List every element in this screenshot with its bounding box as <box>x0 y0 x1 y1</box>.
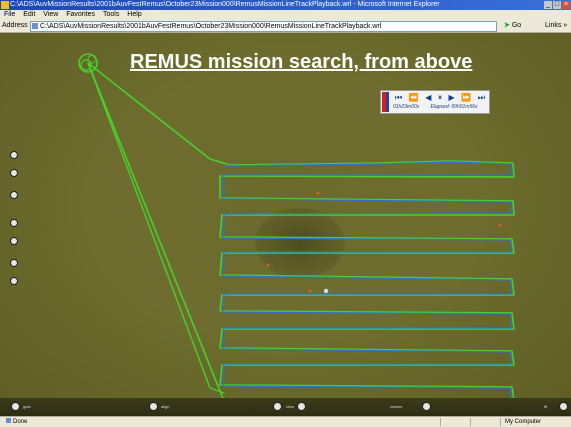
address-label: Address <box>2 22 28 29</box>
side-nav-button[interactable] <box>10 259 18 267</box>
fit-label: fit <box>544 404 548 409</box>
status-separator <box>500 418 501 426</box>
playback-blue-bar <box>386 92 389 112</box>
menu-help[interactable]: Help <box>127 11 141 18</box>
vrml-viewport[interactable]: REMUS mission search, from above ⏮ ⏪ ◀ ⏸… <box>0 33 571 416</box>
address-value: C:\ADS\AuvMissionResults\2001bAuvFestRem… <box>40 23 382 30</box>
ie-window-icon <box>1 1 9 9</box>
playback-time-readout: 01h23m00s Elapsed: 00h01m56s <box>393 103 488 111</box>
links-button[interactable]: Links » <box>545 20 567 32</box>
address-field[interactable]: C:\ADS\AuvMissionResults\2001bAuvFestRem… <box>30 21 497 32</box>
window-title: C:\ADS\AuvMissionResults\2001bAuvFestRem… <box>10 1 440 8</box>
address-bar: Address C:\ADS\AuvMissionResults\2001bAu… <box>0 20 571 33</box>
side-nav-button[interactable] <box>10 151 18 159</box>
align-button-icon[interactable] <box>149 402 158 411</box>
view-right-button-icon[interactable] <box>297 402 306 411</box>
target-marker <box>266 263 270 267</box>
skip-end-button[interactable]: ⏭ <box>478 92 485 103</box>
go-label: Go <box>511 22 522 29</box>
side-nav-button[interactable] <box>10 237 18 245</box>
start-loop-small <box>87 54 97 64</box>
playback-buttons: ⏮ ⏪ ◀ ⏸ ▶ ⏩ ⏭ <box>395 92 485 103</box>
vehicle-marker <box>323 288 329 294</box>
view-label: view <box>286 404 295 409</box>
playback-control-panel: ⏮ ⏪ ◀ ⏸ ▶ ⏩ ⏭ 01h23m00s Elapsed: 00h01m5… <box>380 90 490 114</box>
side-nav-button[interactable] <box>10 219 18 227</box>
side-nav-button[interactable] <box>10 169 18 177</box>
menu-view[interactable]: View <box>43 11 58 18</box>
fast-forward-button[interactable]: ⏩ <box>461 92 471 103</box>
go-button[interactable]: ➤ Go <box>504 20 521 32</box>
fit-button-icon[interactable] <box>559 402 568 411</box>
target-marker <box>308 289 312 293</box>
play-button[interactable]: ▶ <box>449 92 455 103</box>
page-done-icon <box>6 418 11 423</box>
maximize-button[interactable]: □ <box>553 1 561 9</box>
vrml-navigation-bar: goto align view restore fit <box>0 398 571 416</box>
page-icon <box>32 23 38 29</box>
playback-elapsed: Elapsed: 00h01m56s <box>430 104 478 110</box>
title-bar: C:\ADS\AuvMissionResults\2001bAuvFestRem… <box>0 0 571 10</box>
menu-file[interactable]: File <box>4 11 15 18</box>
status-text: Done <box>13 419 28 425</box>
side-nav-button[interactable] <box>10 191 18 199</box>
minimize-button[interactable]: _ <box>544 1 552 9</box>
close-button[interactable]: × <box>562 1 570 9</box>
menu-bar: File Edit View Favorites Tools Help e <box>0 10 571 29</box>
restore-label: restore <box>390 404 403 409</box>
menu-favorites[interactable]: Favorites <box>66 11 95 18</box>
pause-button[interactable]: ⏸ <box>438 92 442 103</box>
step-back-button[interactable]: ◀ <box>425 92 431 103</box>
restore-button-icon[interactable] <box>422 402 431 411</box>
status-bar: Done My Computer <box>0 416 571 427</box>
slide-title: REMUS mission search, from above <box>130 51 473 73</box>
playback-time: 01h23m00s <box>393 104 420 110</box>
status-separator <box>440 418 441 426</box>
side-nav-button[interactable] <box>10 277 18 285</box>
goto-button-icon[interactable] <box>11 402 20 411</box>
go-arrow-icon: ➤ <box>504 22 510 29</box>
target-marker <box>498 223 502 227</box>
status-separator <box>470 418 471 426</box>
view-button-icon[interactable] <box>273 402 282 411</box>
rewind-button[interactable]: ⏪ <box>409 92 419 103</box>
skip-start-button[interactable]: ⏮ <box>395 92 402 103</box>
goto-label: goto <box>23 404 31 409</box>
menu-tools[interactable]: Tools <box>103 11 119 18</box>
align-label: align <box>161 404 170 409</box>
target-marker <box>316 191 320 195</box>
menu-edit[interactable]: Edit <box>23 11 35 18</box>
